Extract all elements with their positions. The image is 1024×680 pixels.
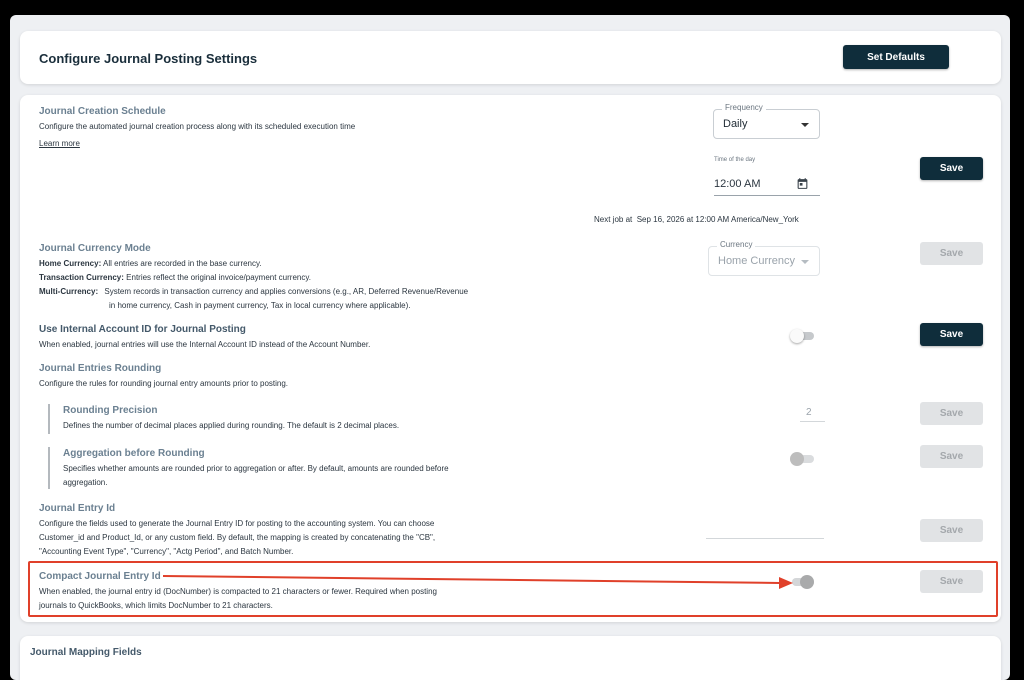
precision-title: Rounding Precision xyxy=(63,405,158,416)
schedule-save-button[interactable]: Save xyxy=(920,157,983,180)
mapping-title: Journal Mapping Fields xyxy=(30,647,142,658)
currency-select[interactable]: Currency Home Currency xyxy=(708,240,820,276)
indent-bar xyxy=(48,447,50,489)
chevron-down-icon xyxy=(801,123,809,127)
frequency-label: Frequency xyxy=(722,103,766,112)
frequency-value: Daily xyxy=(723,118,748,130)
precision-underline xyxy=(800,421,825,422)
precision-save-button[interactable]: Save xyxy=(920,402,983,425)
currency-select-label: Currency xyxy=(717,240,756,249)
internal-id-desc: When enabled, journal entries will use t… xyxy=(39,340,371,349)
precision-desc: Defines the number of decimal places app… xyxy=(63,421,400,430)
next-job-text: Next job at Sep 16, 2026 at 12:00 AM Ame… xyxy=(594,213,799,227)
learn-more-link[interactable]: Learn more xyxy=(39,139,80,148)
chevron-down-icon xyxy=(801,260,809,264)
transaction-currency-desc: Entries reflect the original invoice/pay… xyxy=(126,273,311,282)
aggregation-save-button[interactable]: Save xyxy=(920,445,983,468)
entry-id-desc-3: "Accounting Event Type", "Currency", "Ac… xyxy=(39,547,294,556)
set-defaults-button[interactable]: Set Defaults xyxy=(843,45,949,69)
entry-id-desc-2: Customer_id and Product_Id, or any custo… xyxy=(39,533,436,542)
next-job-value: Sep 16, 2026 at 12:00 AM America/New_Yor… xyxy=(636,215,799,224)
internal-id-title: Use Internal Account ID for Journal Post… xyxy=(39,324,246,335)
aggregation-desc-2: aggregation. xyxy=(63,478,108,487)
transaction-currency-term: Transaction Currency: xyxy=(39,273,124,282)
calendar-icon[interactable] xyxy=(796,177,809,190)
app-frame: Configure Journal Posting Settings Set D… xyxy=(10,15,1010,680)
currency-select-value: Home Currency xyxy=(718,255,796,267)
entry-id-desc-1: Configure the fields used to generate th… xyxy=(39,519,435,528)
home-currency-term: Home Currency: xyxy=(39,259,102,268)
toggle-knob xyxy=(790,329,804,343)
multi-currency-desc-1: System records in transaction currency a… xyxy=(104,287,469,296)
aggregation-title: Aggregation before Rounding xyxy=(63,448,205,459)
precision-value: 2 xyxy=(806,407,812,418)
entry-id-save-button[interactable]: Save xyxy=(920,519,983,542)
entry-id-field[interactable] xyxy=(706,538,824,539)
currency-home-line: Home Currency: All entries are recorded … xyxy=(39,257,262,271)
schedule-title: Journal Creation Schedule xyxy=(39,106,166,117)
annotation-arrow xyxy=(162,575,793,589)
currency-title: Journal Currency Mode xyxy=(39,243,151,254)
next-job-prefix: Next job at xyxy=(594,215,633,224)
schedule-desc: Configure the automated journal creation… xyxy=(39,122,356,131)
home-currency-desc: All entries are recorded in the base cur… xyxy=(103,259,262,268)
indent-bar xyxy=(48,404,50,434)
header-card: Configure Journal Posting Settings Set D… xyxy=(20,31,1001,84)
currency-save-button[interactable]: Save xyxy=(920,242,983,265)
rounding-desc: Configure the rules for rounding journal… xyxy=(39,379,289,388)
page-title: Configure Journal Posting Settings xyxy=(39,51,258,66)
currency-transaction-line: Transaction Currency: Entries reflect th… xyxy=(39,271,311,285)
mapping-card: Journal Mapping Fields xyxy=(20,636,1001,680)
toggle-knob xyxy=(790,452,804,466)
aggregation-desc-1: Specifies whether amounts are rounded pr… xyxy=(63,464,449,473)
internal-id-save-button[interactable]: Save xyxy=(920,323,983,346)
aggregation-toggle[interactable] xyxy=(790,452,814,466)
multi-currency-desc-2: in home currency, Cash in payment curren… xyxy=(109,301,411,310)
frequency-select[interactable]: Frequency Daily xyxy=(713,103,820,139)
rounding-title: Journal Entries Rounding xyxy=(39,363,162,374)
time-label: Time of the day xyxy=(714,157,756,163)
time-value: 12:00 AM xyxy=(714,178,761,190)
internal-id-toggle[interactable] xyxy=(790,329,814,343)
currency-multi-line: Multi-Currency: System records in transa… xyxy=(39,285,468,299)
entry-id-title: Journal Entry Id xyxy=(39,503,116,514)
time-underline xyxy=(714,195,820,196)
multi-currency-term: Multi-Currency: xyxy=(39,287,99,296)
settings-card: Journal Creation Schedule Configure the … xyxy=(20,95,1001,622)
